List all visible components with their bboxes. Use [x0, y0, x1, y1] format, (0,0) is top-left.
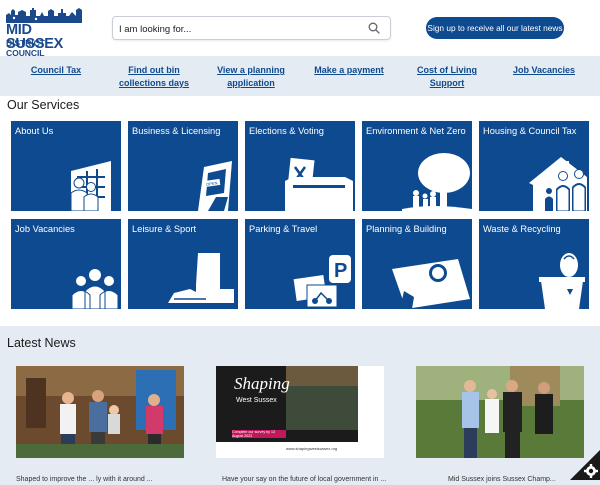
logo-subtitle: DISTRICT COUNCIL [6, 38, 45, 58]
service-tile-environment[interactable]: Environment & Net Zero [362, 121, 472, 211]
tile-label: Leisure & Sport [132, 224, 197, 234]
services-section: Our Services About Us OPEN Business & Li… [0, 96, 600, 326]
service-tile-parking-travel[interactable]: P Parking & Travel [245, 219, 355, 309]
tile-label: Environment & Net Zero [366, 126, 466, 136]
logo-skyline-icon [6, 6, 82, 23]
services-heading: Our Services [7, 98, 80, 112]
service-tile-planning-building[interactable]: Planning & Building [362, 219, 472, 309]
svg-text:P: P [334, 260, 347, 282]
council-logo[interactable]: MID SUSSEX DISTRICT COUNCIL [6, 6, 82, 58]
news-image-1[interactable] [16, 366, 184, 458]
tile-label: Waste & Recycling [483, 224, 561, 234]
quick-link-planning-application[interactable]: View a planning application [213, 64, 289, 90]
service-tile-leisure-sport[interactable]: Leisure & Sport [128, 219, 238, 309]
signup-button[interactable]: Sign up to receive all our latest news [426, 17, 564, 39]
news-image-2[interactable]: Shaping West Sussex Complete our survey … [216, 366, 384, 458]
tile-label: Housing & Council Tax [483, 126, 577, 136]
service-tile-waste-recycling[interactable]: Waste & Recycling [479, 219, 589, 309]
news-heading: Latest News [7, 336, 76, 350]
quick-links-bar: Council Tax Find out bin collections day… [0, 56, 600, 96]
quick-link-make-payment[interactable]: Make a payment [309, 64, 389, 77]
quick-link-council-tax[interactable]: Council Tax [26, 64, 86, 77]
search-box [112, 16, 391, 40]
search-icon[interactable] [368, 21, 380, 39]
quick-link-job-vacancies[interactable]: Job Vacancies [507, 64, 581, 77]
news-image-3[interactable] [416, 366, 584, 458]
service-tile-elections-voting[interactable]: Elections & Voting [245, 121, 355, 211]
tile-label: About Us [15, 126, 54, 136]
quick-link-bin-collections[interactable]: Find out bin collections days [116, 64, 192, 90]
quick-link-cost-of-living[interactable]: Cost of Living Support [411, 64, 483, 90]
latest-news-section: Latest News Shaping West Sussex Complete… [0, 326, 600, 483]
poster-url: www.shapingwestsussex.org [286, 446, 338, 451]
service-tile-job-vacancies[interactable]: Job Vacancies [11, 219, 121, 309]
tile-label: Job Vacancies [15, 224, 75, 234]
tile-label: Planning & Building [366, 224, 447, 234]
tile-label: Elections & Voting [249, 126, 324, 136]
poster-title: Shaping [234, 374, 290, 393]
service-tile-housing[interactable]: Housing & Council Tax [479, 121, 589, 211]
poster-subtitle: West Sussex [236, 397, 277, 404]
site-header: MID SUSSEX DISTRICT COUNCIL Sign up to r… [0, 0, 600, 58]
cookie-settings-button[interactable] [570, 450, 600, 480]
poster-banner: Complete our survey by 13 August 2023 [232, 430, 275, 438]
service-tile-business-licensing[interactable]: OPEN Business & Licensing [128, 121, 238, 211]
tile-label: Business & Licensing [132, 126, 221, 136]
tile-label: Parking & Travel [249, 224, 318, 234]
search-input[interactable] [117, 18, 361, 40]
service-tile-about-us[interactable]: About Us [11, 121, 121, 211]
